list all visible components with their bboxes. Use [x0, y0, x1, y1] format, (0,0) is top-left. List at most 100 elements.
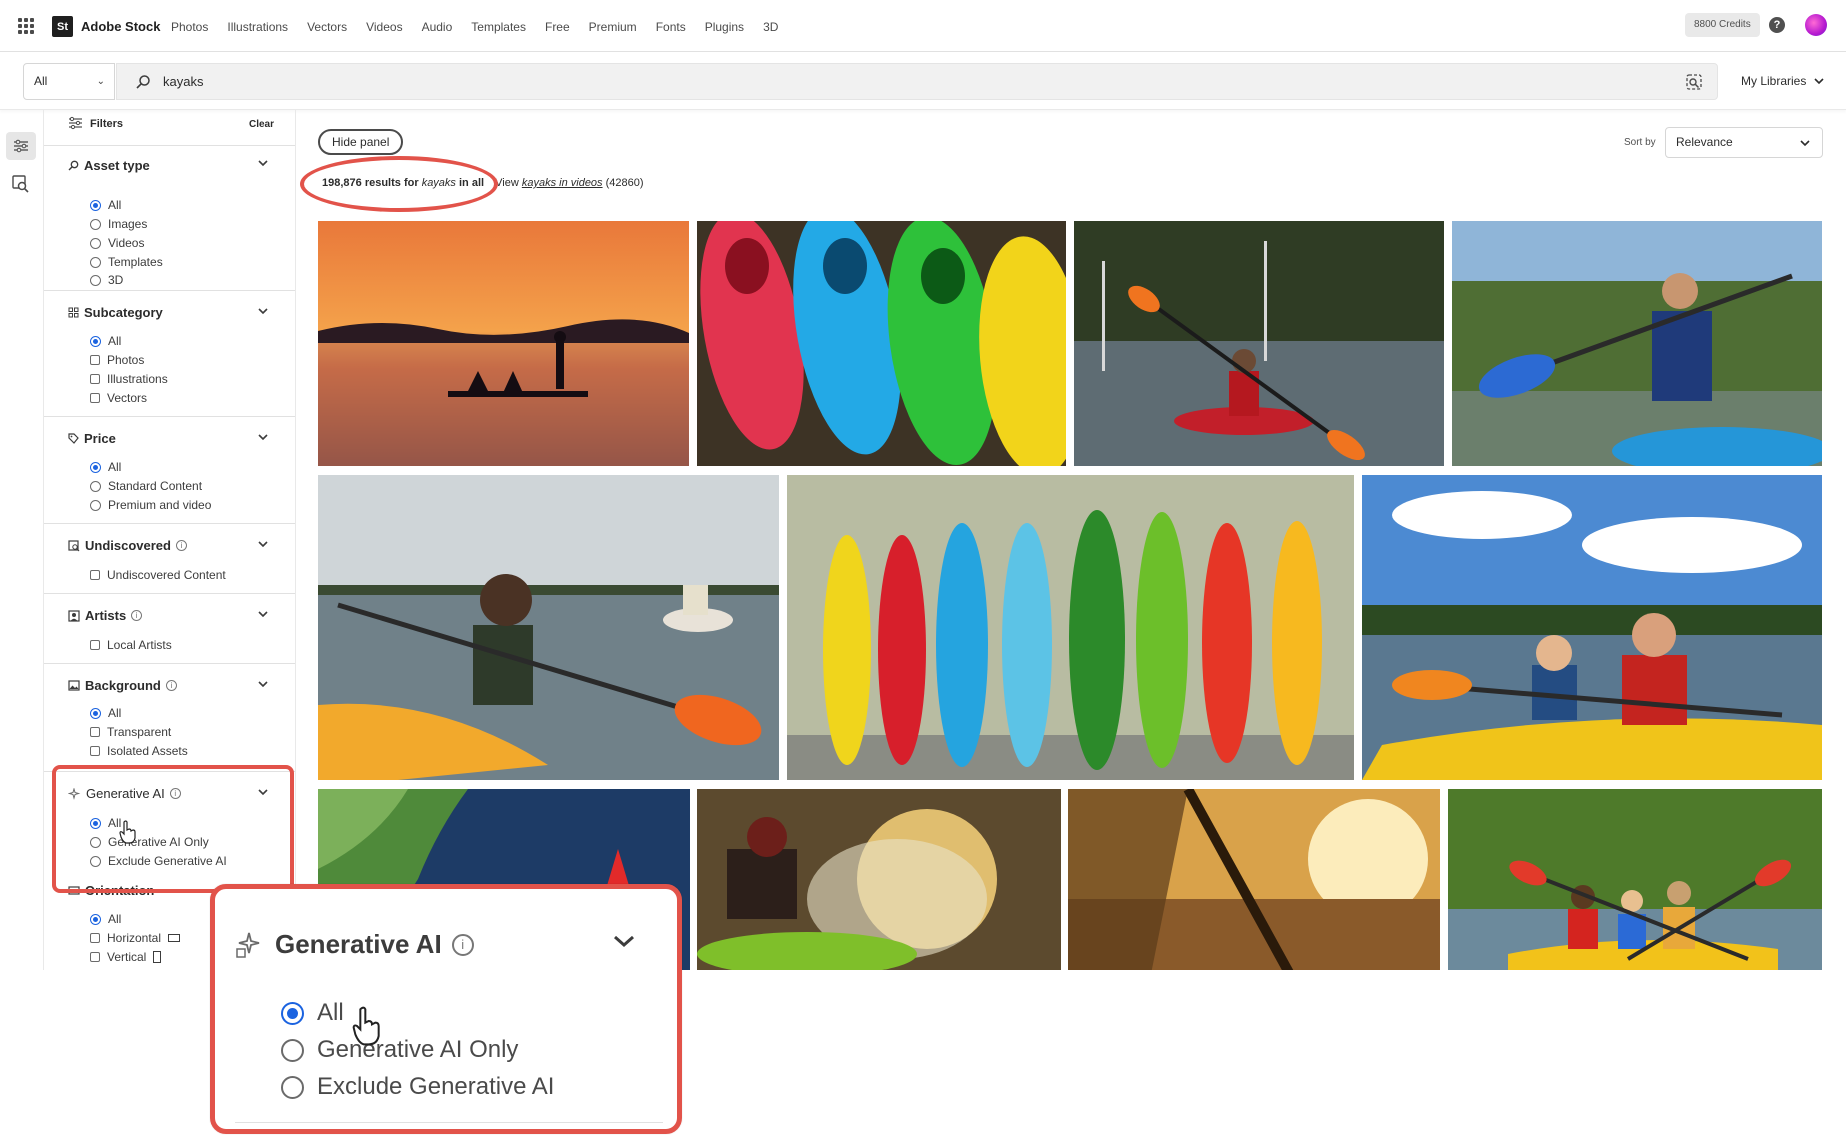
chevron-down-icon [1800, 140, 1810, 147]
price-standard[interactable]: Standard Content [90, 479, 202, 493]
asset-type-templates[interactable]: Templates [90, 255, 163, 269]
option-label: Images [108, 217, 148, 231]
nav-videos[interactable]: Videos [366, 20, 402, 34]
nav-plugins[interactable]: Plugins [705, 20, 744, 34]
help-icon[interactable]: ? [1769, 17, 1785, 33]
my-libraries-button[interactable]: My Libraries [1741, 74, 1824, 88]
nav-audio[interactable]: Audio [422, 20, 453, 34]
sort-label: Sort by [1624, 137, 1656, 148]
subcategory-header[interactable]: Subcategory [68, 305, 163, 320]
chevron-down-icon[interactable] [258, 159, 268, 167]
image-woman-red-kayak[interactable] [1074, 221, 1444, 466]
info-icon[interactable]: i [175, 540, 187, 551]
checkbox[interactable] [90, 355, 100, 365]
checkbox[interactable] [90, 727, 100, 737]
search-query: kayaks [163, 74, 204, 89]
asset-type-3d[interactable]: 3D [90, 273, 123, 287]
vertical-icon [153, 951, 162, 963]
asset-type-header[interactable]: Asset type [68, 158, 150, 173]
app-switcher-icon[interactable] [18, 18, 34, 34]
image-man-blue-paddle[interactable] [1452, 221, 1822, 466]
radio-button[interactable] [90, 499, 101, 511]
background-isolated[interactable]: Isolated Assets [90, 744, 188, 758]
chevron-down-icon[interactable] [258, 307, 268, 315]
info-icon[interactable]: i [165, 680, 177, 691]
nav-3d[interactable]: 3D [763, 20, 778, 34]
image-woman-yellow-kayak[interactable] [318, 475, 779, 780]
nav-photos[interactable]: Photos [171, 20, 208, 34]
sort-select[interactable]: Relevance [1665, 127, 1823, 158]
view-in-videos-link[interactable]: kayaks in videos [522, 177, 603, 189]
radio-button[interactable] [90, 480, 101, 492]
image-search-icon[interactable] [11, 174, 31, 194]
checkbox[interactable] [90, 933, 100, 943]
background-all[interactable]: All [90, 706, 121, 720]
price-all[interactable]: All [90, 460, 121, 474]
subcategory-illustrations[interactable]: Illustrations [90, 372, 168, 386]
image-father-son-kayak[interactable] [1362, 475, 1822, 780]
avatar[interactable] [1805, 14, 1827, 36]
image-kayaks-against-wall[interactable] [787, 475, 1354, 780]
checkbox[interactable] [90, 640, 100, 650]
brand[interactable]: St Adobe Stock [52, 16, 160, 37]
radio-button[interactable] [90, 335, 101, 347]
option-label: All [108, 706, 122, 720]
checkbox[interactable] [90, 393, 100, 403]
asset-type-images[interactable]: Images [90, 217, 147, 231]
orientation-vertical[interactable]: Vertical [90, 950, 162, 964]
nav-templates[interactable]: Templates [471, 20, 526, 34]
radio-button[interactable] [90, 707, 101, 719]
chevron-down-icon[interactable] [258, 433, 268, 441]
chevron-down-icon[interactable] [258, 540, 268, 548]
option-label: Generative AI Only [317, 1036, 519, 1063]
subcategory-all[interactable]: All [90, 334, 121, 348]
radio-button[interactable] [90, 274, 101, 286]
search-scope-select[interactable]: All ⌄ [23, 63, 115, 100]
local-artists[interactable]: Local Artists [90, 638, 172, 652]
orientation-all[interactable]: All [90, 912, 121, 926]
background-header[interactable]: Background i [68, 678, 177, 693]
radio-button[interactable] [90, 256, 101, 268]
subcategory-vectors[interactable]: Vectors [90, 391, 147, 405]
nav-premium[interactable]: Premium [589, 20, 637, 34]
radio-button[interactable] [90, 913, 101, 925]
search-input[interactable]: kayaks [116, 63, 1718, 100]
subcategory-photos[interactable]: Photos [90, 353, 144, 367]
checkbox[interactable] [90, 746, 100, 756]
background-transparent[interactable]: Transparent [90, 725, 171, 739]
clear-filters-button[interactable]: Clear [249, 119, 274, 130]
info-icon[interactable]: i [131, 610, 143, 621]
radio-button[interactable] [90, 237, 101, 249]
nav-fonts[interactable]: Fonts [656, 20, 686, 34]
top-navigation: St Adobe Stock Photos Illustrations Vect… [0, 0, 1846, 52]
price-header[interactable]: Price [68, 431, 116, 446]
nav-vectors[interactable]: Vectors [307, 20, 347, 34]
credits-badge[interactable]: 8800 Credits [1685, 13, 1760, 37]
price-premium[interactable]: Premium and video [90, 498, 211, 512]
undiscovered-content[interactable]: Undiscovered Content [90, 568, 226, 582]
image-sunset-paddle-closeup[interactable] [1068, 789, 1440, 989]
image-splashing-kayaker[interactable] [697, 789, 1061, 989]
image-sunset-paddlers[interactable] [318, 221, 689, 466]
radio-button [281, 1038, 304, 1062]
radio-button[interactable] [90, 461, 101, 473]
hide-panel-button[interactable]: Hide panel [318, 129, 404, 155]
chevron-down-icon[interactable] [258, 610, 268, 618]
orientation-horizontal[interactable]: Horizontal [90, 931, 181, 945]
nav-free[interactable]: Free [545, 20, 570, 34]
asset-type-all[interactable]: All [90, 198, 121, 212]
undiscovered-header[interactable]: Undiscovered i [68, 538, 187, 553]
chevron-down-icon[interactable] [258, 680, 268, 688]
image-colorful-kayaks-on-dock[interactable] [697, 221, 1066, 466]
nav-illustrations[interactable]: Illustrations [227, 20, 288, 34]
filters-toggle[interactable] [6, 132, 36, 160]
radio-button[interactable] [90, 199, 101, 211]
image-family-yellow-kayak[interactable] [1448, 789, 1822, 989]
checkbox[interactable] [90, 952, 100, 962]
asset-type-videos[interactable]: Videos [90, 236, 144, 250]
visual-search-icon[interactable] [1685, 73, 1703, 91]
checkbox[interactable] [90, 570, 100, 580]
artists-header[interactable]: Artists i [68, 608, 143, 623]
radio-button[interactable] [90, 218, 101, 230]
checkbox[interactable] [90, 374, 100, 384]
